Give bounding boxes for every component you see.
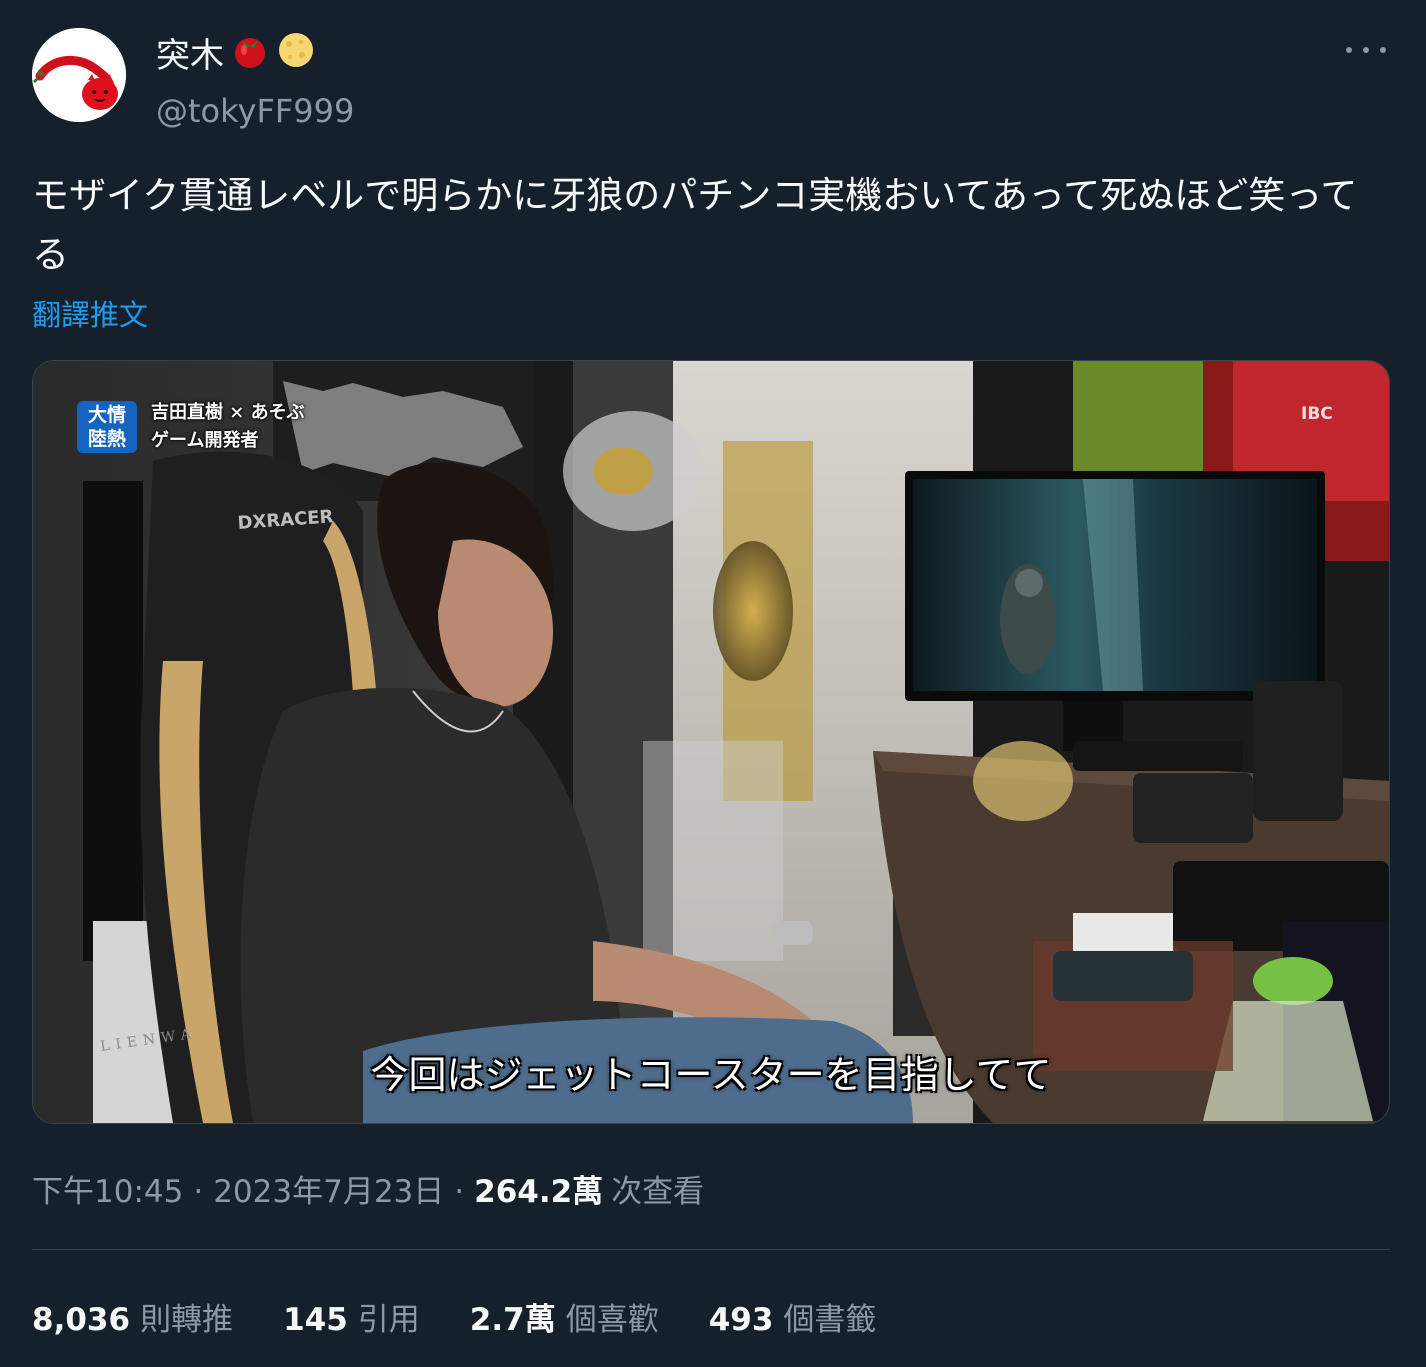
author-names: 突木 @tokyFF999 [156, 30, 354, 133]
program-overlay: 吉田直樹 × あそぶ ゲーム開発者 [151, 399, 305, 455]
tweet-date[interactable]: 2023年7月23日 [213, 1166, 444, 1211]
avatar[interactable] [32, 28, 126, 122]
program-overlay-line2: ゲーム開発者 [151, 430, 259, 451]
handle[interactable]: @tokyFF999 [156, 89, 354, 133]
bookmarks-label: 個書籤 [783, 1302, 877, 1338]
views-count[interactable]: 264.2萬 [474, 1166, 603, 1211]
meta-separator: · [193, 1174, 204, 1210]
quotes-count: 145 [283, 1302, 348, 1338]
likes-stat[interactable]: 2.7萬 個喜歡 [470, 1294, 659, 1339]
likes-label: 個喜歡 [565, 1302, 659, 1338]
engagement-stats: 8,036 則轉推 145 引用 2.7萬 個喜歡 493 個書籤 [32, 1294, 876, 1339]
tweet-text: モザイク貫通レベルで明らかに牙狼のパチンコ実機おいてあって死ぬほど笑ってる [32, 174, 1358, 276]
bookmarks-stat[interactable]: 493 個書籤 [709, 1294, 877, 1339]
video-frame-image: DXRACER IBC LIENWA [33, 361, 1389, 1123]
retweets-count: 8,036 [32, 1302, 131, 1338]
program-overlay-line1: 吉田直樹 × あそぶ [151, 402, 305, 423]
display-name-text: 突木 [156, 35, 224, 76]
meta-separator: · [454, 1174, 465, 1210]
translate-link[interactable]: 翻譯推文 [32, 292, 148, 334]
video-caption: 今回はジェットコースターを目指してて [370, 1053, 1052, 1097]
divider [32, 1249, 1390, 1250]
channel-badge: 大情 陸熱 [77, 401, 137, 453]
tweet-meta: 下午10:45 · 2023年7月23日 · 264.2萬 次查看 [32, 1166, 704, 1211]
tweet-time[interactable]: 下午10:45 [32, 1166, 183, 1211]
quotes-stat[interactable]: 145 引用 [283, 1294, 420, 1339]
retweets-stat[interactable]: 8,036 則轉推 [32, 1294, 233, 1339]
channel-badge-text: 大情 陸熱 [87, 404, 126, 450]
retweets-label: 則轉推 [140, 1302, 234, 1338]
ibc-tag-text: IBC [1301, 404, 1333, 424]
bookmarks-count: 493 [708, 1302, 774, 1338]
more-options-icon[interactable] [1346, 40, 1386, 60]
cheese-icon [276, 30, 316, 81]
likes-count: 2.7萬 [469, 1302, 556, 1338]
tomato-icon [230, 30, 270, 81]
quotes-label: 引用 [357, 1302, 420, 1338]
tweet-header: 突木 @tokyFF999 [32, 28, 1394, 130]
views-label: 次查看 [611, 1174, 705, 1210]
avatar-image [32, 28, 126, 122]
tweet-media[interactable]: DXRACER IBC LIENWA 大情 陸熱 吉田直樹 × あそぶ ゲーム開発… [32, 360, 1390, 1124]
display-name[interactable]: 突木 [156, 30, 354, 81]
